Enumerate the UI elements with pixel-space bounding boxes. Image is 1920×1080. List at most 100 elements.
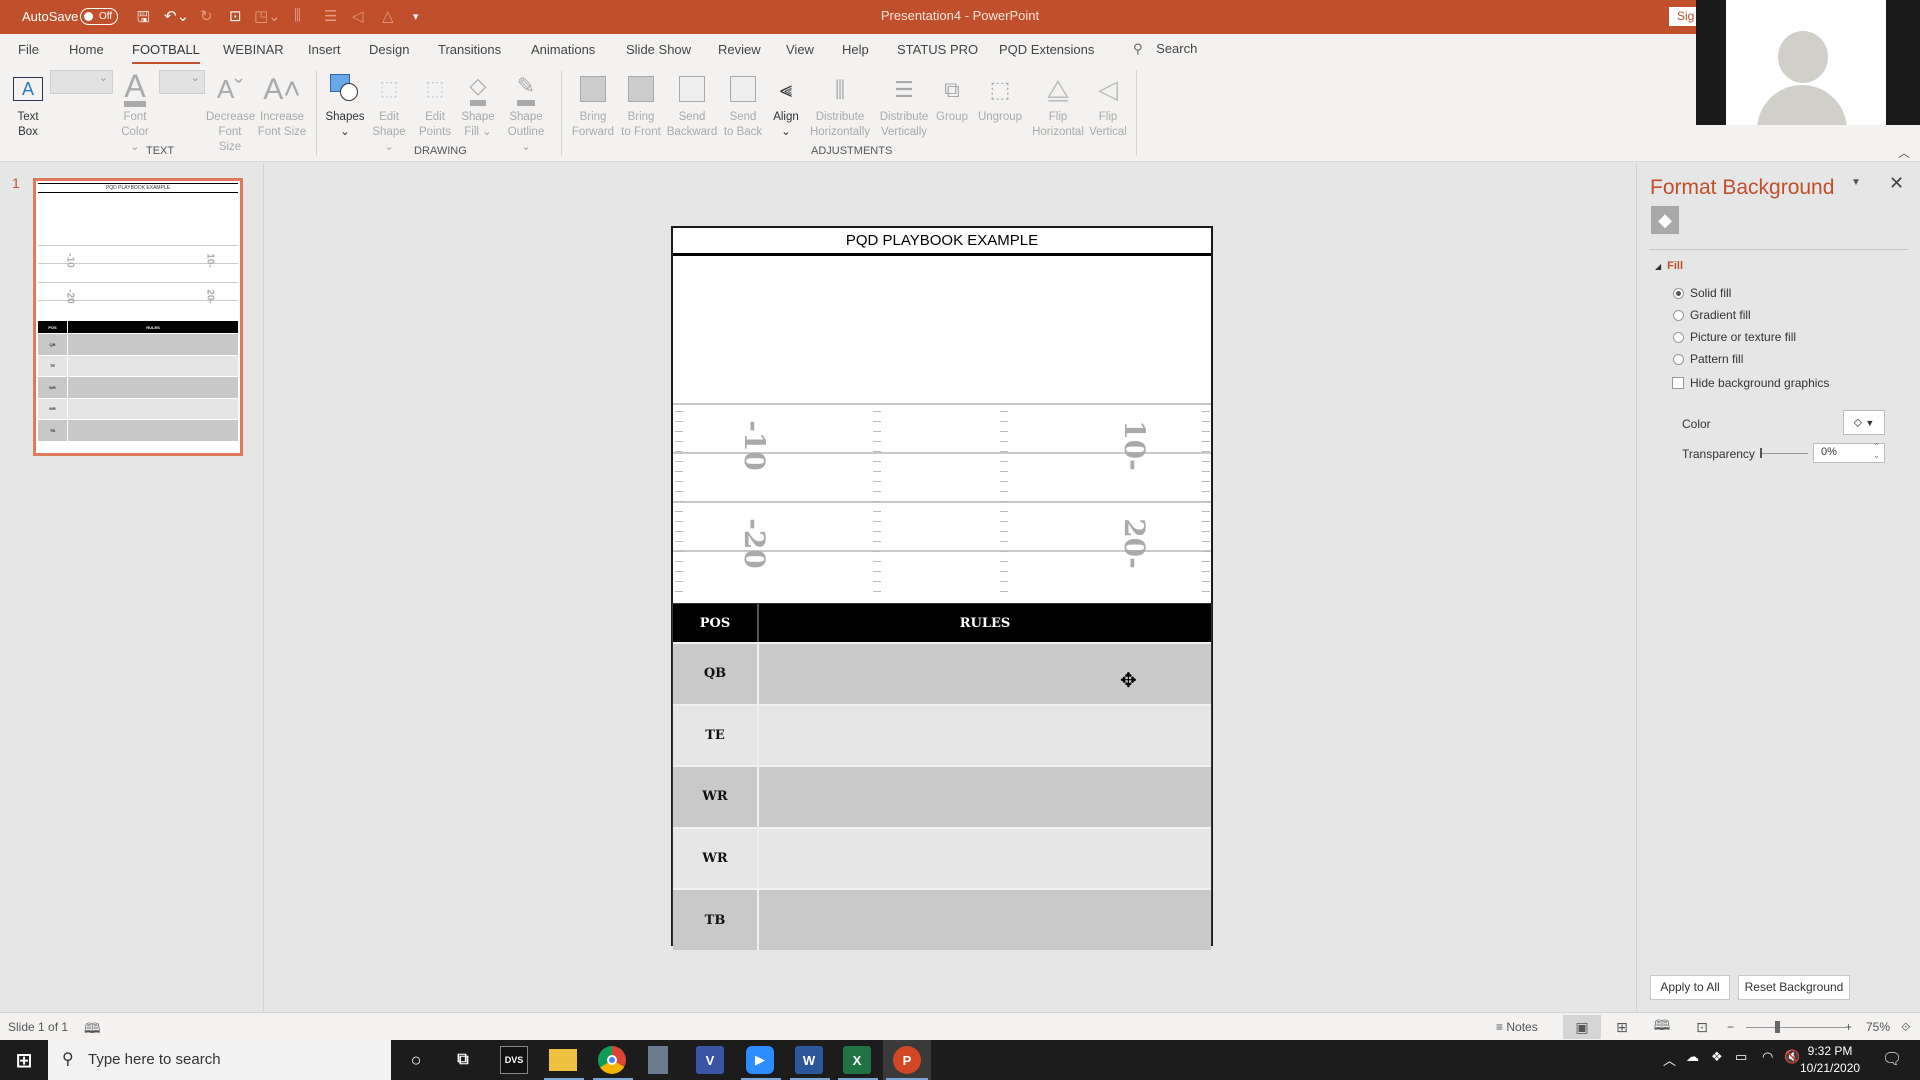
zoom-slider-thumb[interactable] [1775, 1021, 1780, 1033]
tab-transitions[interactable]: Transitions [438, 42, 501, 57]
pos-cell[interactable]: QB [673, 644, 759, 704]
reading-view-button[interactable]: 🕮 [1643, 1015, 1681, 1039]
word-icon[interactable]: W [795, 1046, 823, 1074]
close-icon[interactable]: ✕ [1889, 173, 1904, 194]
edit-points-button[interactable]: ⬚ Edit Points [414, 68, 456, 140]
tab-help[interactable]: Help [842, 42, 869, 57]
pane-options-dropdown-icon[interactable]: ▼ [1851, 177, 1861, 188]
tab-pqd-extensions[interactable]: PQD Extensions [999, 42, 1094, 57]
color-picker-button[interactable]: ⬦ ▼ [1843, 410, 1885, 435]
ungroup-button[interactable]: ⬚ Ungroup [972, 68, 1028, 125]
file-explorer-icon[interactable] [549, 1049, 577, 1071]
system-clock[interactable]: 9:32 PM 10/21/2020 [1800, 1043, 1860, 1077]
slide[interactable]: PQD PLAYBOOK EXAMPLE -10 -20 10- 20- POS… [671, 226, 1213, 950]
table-row[interactable]: TE [673, 703, 1211, 766]
tab-status-pro[interactable]: STATUS PRO [897, 42, 978, 57]
gradient-fill-radio[interactable]: Gradient fill [1673, 308, 1751, 322]
flip-vertical-button[interactable]: ◁ Flip Vertical [1086, 68, 1130, 140]
table-row[interactable]: WR [673, 765, 1211, 827]
font-size-combo[interactable] [159, 70, 205, 94]
chrome-icon[interactable] [598, 1046, 626, 1074]
pos-cell[interactable]: TB [673, 890, 759, 950]
distribute-vertically-button[interactable]: ☰ Distribute Vertically [876, 68, 932, 140]
text-box-button[interactable]: A Text Box [10, 68, 46, 140]
flip-horizontal-button[interactable]: ⧋ Flip Horizontal [1030, 68, 1086, 140]
hide-background-graphics-checkbox[interactable]: Hide background graphics [1672, 376, 1829, 390]
visio-icon[interactable]: V [696, 1046, 724, 1074]
rules-cell[interactable] [759, 767, 1211, 827]
normal-view-button[interactable]: ▣ [1563, 1015, 1601, 1039]
pattern-fill-radio[interactable]: Pattern fill [1673, 352, 1743, 366]
zoom-icon[interactable]: ▶ [746, 1046, 774, 1074]
edit-shape-button[interactable]: ⬚ Edit Shape ⌄ [366, 68, 412, 155]
shapes-button[interactable]: Shapes ⌄ [324, 68, 366, 140]
slide-sorter-button[interactable]: ⊞ [1603, 1015, 1641, 1039]
zoom-slider[interactable] [1746, 1027, 1846, 1028]
group-button[interactable]: ⧉ Group [934, 68, 970, 125]
reset-background-button[interactable]: Reset Background [1738, 975, 1850, 1000]
action-center-icon[interactable]: 🗨 [1882, 1049, 1902, 1069]
zoom-out-button[interactable]: − [1727, 1020, 1734, 1034]
pos-cell[interactable]: TE [673, 705, 759, 766]
rules-cell[interactable] [759, 706, 1211, 766]
fit-to-window-icon[interactable]: ⟐ [1901, 1020, 1910, 1035]
show-hidden-icons[interactable]: ︿ [1663, 1050, 1676, 1069]
shape-outline-button[interactable]: ✎ Shape Outline ⌄ [502, 68, 550, 155]
excel-icon[interactable]: X [843, 1046, 871, 1074]
transparency-slider[interactable] [1760, 448, 1808, 458]
volume-muted-icon[interactable]: 🔇 [1784, 1049, 1800, 1065]
tab-home[interactable]: Home [69, 42, 104, 57]
rules-cell[interactable] [759, 644, 1211, 704]
send-to-back-button[interactable]: Send to Back [720, 68, 766, 140]
table-row[interactable]: WR [673, 826, 1211, 889]
apply-to-all-button[interactable]: Apply to All [1650, 975, 1730, 1000]
tab-review[interactable]: Review [718, 42, 761, 57]
powerpoint-icon[interactable]: P [893, 1046, 921, 1074]
zoom-level[interactable]: 75% [1866, 1020, 1890, 1034]
pos-cell[interactable]: WR [673, 767, 759, 827]
slide-show-button[interactable]: ⊡ [1683, 1015, 1721, 1039]
bring-forward-button[interactable]: Bring Forward [570, 68, 616, 140]
windows-start-icon[interactable]: ⊞ [10, 1046, 38, 1074]
distribute-horizontally-button[interactable]: ⫼ Distribute Horizontally [806, 68, 874, 140]
taskbar-search-input[interactable]: ⚲ Type here to search [48, 1040, 391, 1080]
font-name-combo[interactable] [50, 70, 113, 94]
decrease-font-size-button[interactable]: Aˇ Decrease Font Size [206, 68, 255, 155]
pos-cell[interactable]: WR [673, 828, 759, 889]
fill-tab-paint-bucket-icon[interactable]: ◆ [1651, 206, 1679, 234]
shape-fill-button[interactable]: ◇ Shape Fill ⌄ [458, 68, 498, 140]
bring-to-front-button[interactable]: Bring to Front [618, 68, 664, 140]
align-button[interactable]: ⫷ Align ⌄ [767, 68, 805, 140]
dvs-app-icon[interactable]: DVS [500, 1046, 528, 1074]
calculator-icon[interactable] [648, 1046, 668, 1074]
wifi-icon[interactable]: ◠ [1762, 1049, 1773, 1065]
increase-font-size-button[interactable]: A˄ Increase Font Size [257, 68, 307, 140]
football-field[interactable]: -10 -20 10- 20- [673, 403, 1211, 599]
picture-texture-fill-radio[interactable]: Picture or texture fill [1673, 330, 1796, 344]
battery-icon[interactable]: ▭ [1735, 1049, 1747, 1065]
solid-fill-radio[interactable]: Solid fill [1673, 286, 1731, 300]
tab-webinar[interactable]: WEBINAR [223, 42, 284, 57]
onedrive-icon[interactable]: ☁ [1686, 1049, 1699, 1065]
ribbon-search[interactable]: ⚲ Search [1133, 41, 1197, 57]
send-backward-button[interactable]: Send Backward [666, 68, 718, 140]
collapse-ribbon-icon[interactable]: ︿ [1898, 144, 1910, 161]
tab-football[interactable]: FOOTBALL [132, 42, 200, 64]
font-color-button[interactable]: A Font Color ⌄ [116, 68, 154, 155]
rules-cell[interactable] [759, 829, 1211, 889]
task-view-icon[interactable]: ⧉ [449, 1046, 477, 1074]
dropbox-icon[interactable]: ❖ [1711, 1049, 1723, 1065]
tab-view[interactable]: View [786, 42, 814, 57]
tab-insert[interactable]: Insert [308, 42, 341, 57]
zoom-in-button[interactable]: + [1845, 1020, 1852, 1034]
tab-file[interactable]: File [18, 42, 39, 57]
rules-table[interactable]: POS RULES QB TE WR WR TB [672, 603, 1212, 950]
slide-thumbnail[interactable]: PQD PLAYBOOK EXAMPLE -10 -20 10- 20- POS… [33, 178, 243, 456]
table-row[interactable]: TB [673, 888, 1211, 950]
cortana-icon[interactable]: ○ [402, 1046, 430, 1074]
tab-animations[interactable]: Animations [531, 42, 595, 57]
notes-button[interactable]: ≡ Notes [1496, 1020, 1538, 1034]
accessibility-check-icon[interactable]: 🕮 [84, 1018, 101, 1042]
rules-cell[interactable] [759, 890, 1211, 950]
slide-title[interactable]: PQD PLAYBOOK EXAMPLE [673, 228, 1211, 256]
